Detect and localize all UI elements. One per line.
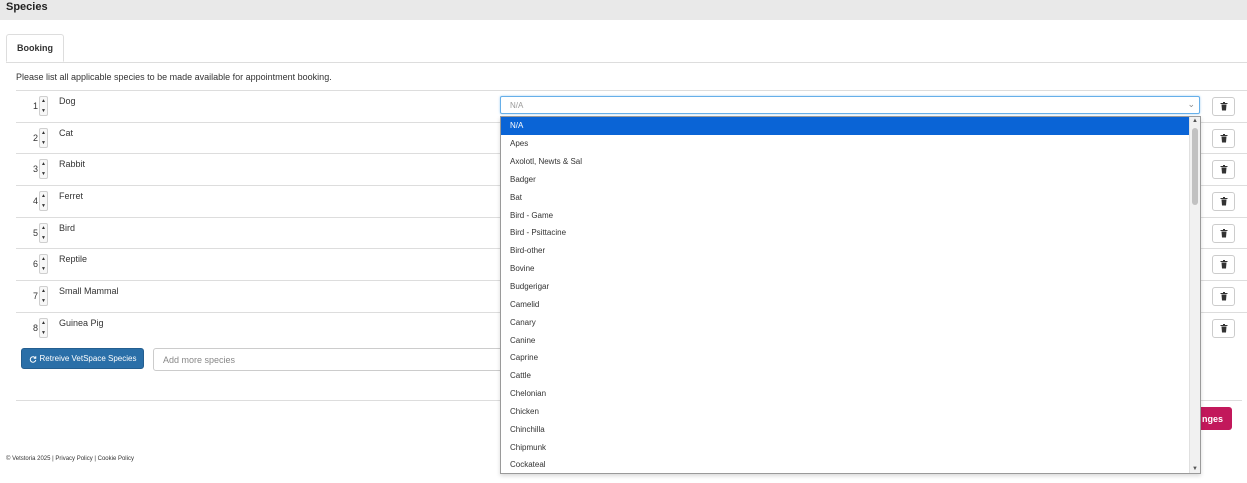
add-species-input[interactable] — [153, 348, 503, 371]
tab-booking[interactable]: Booking — [6, 34, 64, 62]
dropdown-option[interactable]: Cattle — [501, 367, 1189, 385]
footer-copyright: © Vetstoria 2025 — [6, 456, 51, 462]
dropdown-option[interactable]: Budgerigar — [501, 278, 1189, 296]
up-down-arrows-icon[interactable]: ▲ ▼ — [39, 127, 48, 148]
footer: © Vetstoria 2025 | Privacy Policy | Cook… — [6, 456, 134, 462]
species-name: Guinea Pig — [59, 317, 104, 328]
retrieve-species-button[interactable]: Retreive VetSpace Species — [21, 348, 144, 369]
dropdown-option[interactable]: Bat — [501, 188, 1189, 206]
row-number: 5 — [32, 227, 38, 238]
row-number: 2 — [32, 132, 38, 143]
up-down-arrows-icon[interactable]: ▲ ▼ — [39, 254, 48, 275]
scroll-down-icon[interactable]: ▼ — [1192, 466, 1198, 472]
scroll-up-icon[interactable]: ▲ — [1192, 118, 1198, 124]
row-number: 8 — [32, 322, 38, 333]
dropdown-option[interactable]: Caprine — [501, 349, 1189, 367]
dropdown-option[interactable]: Chelonian — [501, 385, 1189, 403]
species-name: Small Mammal — [59, 286, 119, 297]
trash-icon — [1220, 260, 1227, 269]
species-name: Dog — [59, 96, 76, 106]
scrollbar-thumb[interactable] — [1192, 128, 1198, 205]
delete-row-button[interactable] — [1212, 318, 1235, 338]
delete-row-button[interactable] — [1212, 97, 1235, 116]
species-name: Bird — [59, 222, 76, 233]
trash-icon — [1220, 102, 1227, 111]
dropdown-option[interactable]: Bovine — [501, 260, 1189, 278]
dropdown-option[interactable]: Bird - Psittacine — [501, 224, 1189, 242]
row-number: 3 — [32, 164, 38, 175]
row-number: 1 — [32, 101, 38, 111]
trash-icon — [1220, 292, 1227, 301]
delete-row-button[interactable] — [1212, 160, 1235, 180]
page-title: Species — [6, 1, 48, 13]
trash-icon — [1220, 133, 1227, 143]
up-down-arrows-icon[interactable]: ▲ ▼ — [39, 96, 48, 116]
delete-row-button[interactable] — [1212, 223, 1235, 243]
delete-row-button[interactable] — [1212, 128, 1235, 148]
species-mapping-select[interactable]: N/A ⌄ — [500, 96, 1200, 114]
dropdown-option[interactable]: Apes — [501, 135, 1189, 153]
footer-separator: | — [52, 456, 54, 462]
row-number: 6 — [32, 259, 38, 270]
description-text: Please list all applicable species to be… — [16, 72, 332, 82]
retrieve-species-label: Retreive VetSpace Species — [39, 354, 137, 363]
cookie-policy-link[interactable]: Cookie Policy — [98, 456, 134, 462]
dropdown-option[interactable]: Canine — [501, 331, 1189, 349]
dropdown-option[interactable]: Axolotl, Newts & Sal — [501, 153, 1189, 171]
species-name: Ferret — [59, 191, 84, 202]
up-down-arrows-icon[interactable]: ▲ ▼ — [39, 222, 48, 243]
dropdown-option[interactable]: Camelid — [501, 295, 1189, 313]
dropdown-option[interactable]: Badger — [501, 171, 1189, 189]
row-number: 4 — [32, 196, 38, 207]
dropdown-option[interactable]: Bird - Game — [501, 206, 1189, 224]
species-name: Cat — [59, 127, 74, 138]
privacy-policy-link[interactable]: Privacy Policy — [55, 456, 92, 462]
trash-icon — [1220, 197, 1227, 206]
up-down-arrows-icon[interactable]: ▲ ▼ — [39, 317, 48, 338]
species-name: Rabbit — [59, 159, 86, 170]
dropdown-option[interactable]: N/A — [501, 117, 1189, 135]
page-header: Species — [0, 0, 1247, 20]
dropdown-option[interactable]: Chipmunk — [501, 438, 1189, 456]
select-value: N/A — [510, 101, 524, 110]
delete-row-button[interactable] — [1212, 287, 1235, 307]
dropdown-option[interactable]: Cockateal — [501, 456, 1189, 473]
dropdown-option[interactable]: Chicken — [501, 403, 1189, 421]
dropdown-scrollbar[interactable]: ▲ ▼ — [1189, 117, 1200, 473]
dropdown-options: N/A Apes Axolotl, Newts & Sal Badger Bat Bird… — [501, 117, 1189, 473]
refresh-icon — [29, 355, 36, 363]
trash-icon — [1220, 323, 1227, 333]
up-down-arrows-icon[interactable]: ▲ ▼ — [39, 286, 48, 307]
chevron-down-icon: ⌄ — [1187, 99, 1195, 109]
tab-bar: Booking — [6, 34, 1247, 63]
save-changes-label: nges — [1201, 413, 1223, 424]
dropdown-option[interactable]: Canary — [501, 313, 1189, 331]
trash-icon — [1220, 228, 1227, 238]
delete-row-button[interactable] — [1212, 255, 1235, 275]
up-down-arrows-icon[interactable]: ▲ ▼ — [39, 159, 48, 180]
trash-icon — [1220, 165, 1227, 174]
footer-separator: | — [94, 456, 96, 462]
dropdown-option[interactable]: Chinchilla — [501, 420, 1189, 438]
row-number: 7 — [32, 291, 38, 302]
species-dropdown-list[interactable]: N/A Apes Axolotl, Newts & Sal Badger Bat Bird… — [500, 116, 1201, 474]
delete-row-button[interactable] — [1212, 192, 1235, 212]
species-name: Reptile — [59, 254, 88, 265]
up-down-arrows-icon[interactable]: ▲ ▼ — [39, 191, 48, 212]
dropdown-option[interactable]: Bird-other — [501, 242, 1189, 260]
